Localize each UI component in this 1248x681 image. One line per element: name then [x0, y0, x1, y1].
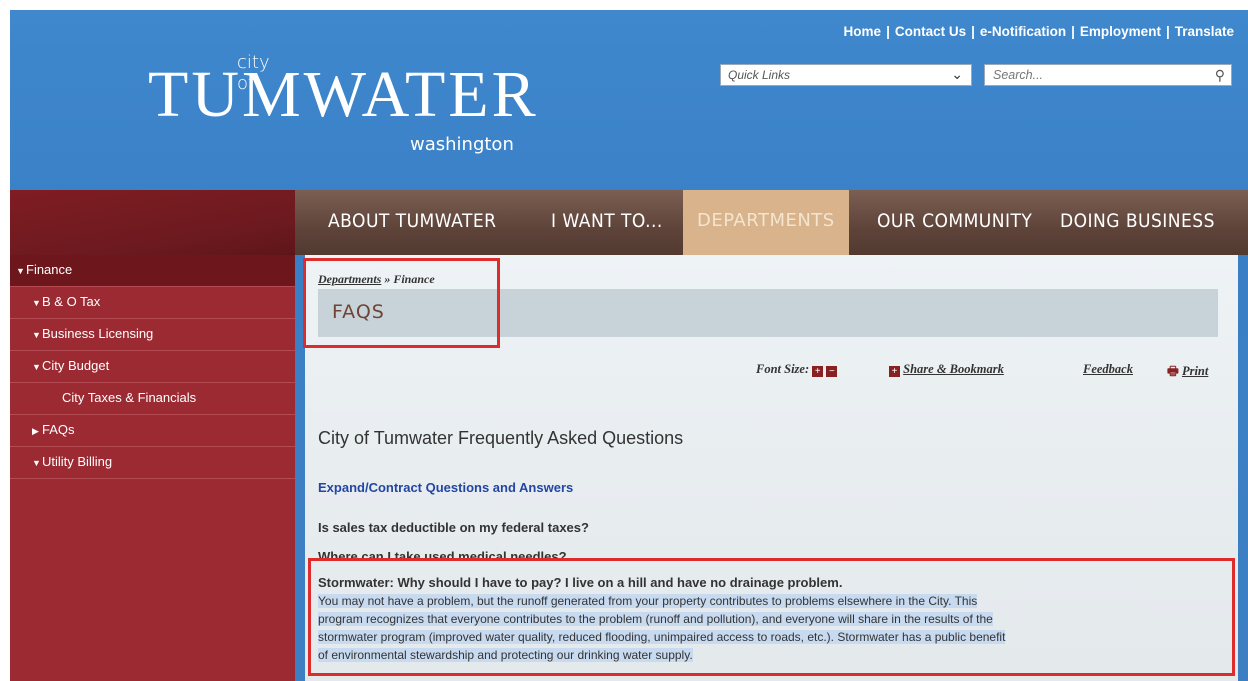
- separator: |: [971, 24, 975, 39]
- translate-link[interactable]: Translate: [1175, 24, 1234, 39]
- logo-state: washington: [410, 134, 514, 155]
- sidebar-item-label: City Budget: [42, 358, 110, 373]
- employment-link[interactable]: Employment: [1080, 24, 1161, 39]
- caret-down-icon: ▼: [32, 458, 41, 468]
- nav-doing-business[interactable]: DOING BUSINESS: [1060, 190, 1215, 255]
- page-frame: city of TUMWATER washington Home | Contact…: [10, 10, 1248, 681]
- quick-links-value: Quick Links: [728, 68, 791, 82]
- sidebar-item-label: Business Licensing: [42, 326, 154, 341]
- caret-down-icon: ▼: [32, 330, 41, 340]
- sidebar-item-utility-billing[interactable]: ▼Utility Billing: [10, 447, 295, 479]
- plus-icon: +: [889, 366, 900, 377]
- print-label: Print: [1181, 364, 1209, 378]
- search-input[interactable]: Search... ⚲: [984, 64, 1232, 86]
- sidebar-item-label: City Taxes & Financials: [62, 390, 197, 405]
- share-label: Share & Bookmark: [903, 362, 1004, 376]
- caret-down-icon: ▼: [16, 266, 25, 276]
- nav-left-panel: [10, 190, 295, 255]
- top-links: Home | Contact Us | e-Notification | Employmen…: [844, 24, 1234, 39]
- sidebar-item-finance[interactable]: ▼Finance: [10, 255, 295, 287]
- sidebar-item-business-licensing[interactable]: ▼Business Licensing: [10, 319, 295, 351]
- sidebar-item-city-taxes[interactable]: City Taxes & Financials: [10, 383, 295, 415]
- e-notification-link[interactable]: e-Notification: [980, 24, 1066, 39]
- contact-us-link[interactable]: Contact Us: [895, 24, 966, 39]
- home-link[interactable]: Home: [844, 24, 882, 39]
- font-decrease-icon[interactable]: −: [826, 366, 838, 377]
- nav-i-want-to[interactable]: I WANT TO...: [551, 190, 663, 255]
- sidebar: ▼Finance ▼B & O Tax ▼Business Licensing …: [10, 255, 295, 681]
- sidebar-item-label: FAQs: [42, 422, 75, 437]
- sidebar-item-label: B & O Tax: [42, 294, 101, 309]
- sidebar-item-label: Utility Billing: [42, 454, 113, 469]
- separator: |: [1071, 24, 1075, 39]
- caret-right-icon: ▶: [32, 426, 39, 436]
- search-placeholder: Search...: [993, 68, 1044, 82]
- faq-question[interactable]: Is sales tax deductible on my federal ta…: [318, 520, 589, 535]
- faq-heading: City of Tumwater Frequently Asked Questi…: [318, 428, 684, 448]
- share-bookmark-link[interactable]: + Share & Bookmark: [889, 362, 1004, 377]
- printer-icon: 🖶: [1167, 364, 1179, 378]
- feedback-link[interactable]: Feedback: [1083, 362, 1133, 377]
- font-increase-icon[interactable]: +: [812, 366, 824, 377]
- sidebar-item-city-budget[interactable]: ▼City Budget: [10, 351, 295, 383]
- feedback-label: Feedback: [1083, 362, 1133, 376]
- sidebar-item-faqs[interactable]: ▶ FAQs: [10, 415, 295, 447]
- caret-down-icon: ▼: [32, 298, 41, 308]
- nav-our-community[interactable]: OUR COMMUNITY: [877, 190, 1032, 255]
- logo-name: TUMWATER: [148, 58, 539, 131]
- expand-contract-link[interactable]: Expand/Contract Questions and Answers: [318, 480, 573, 495]
- separator: |: [886, 24, 890, 39]
- font-size-label: Font Size:: [756, 362, 810, 376]
- highlight-box: [308, 558, 1235, 676]
- separator: |: [1165, 24, 1170, 39]
- search-icon[interactable]: ⚲: [1215, 67, 1225, 84]
- quick-links-select[interactable]: Quick Links ⌄: [720, 64, 972, 86]
- nav-departments[interactable]: DEPARTMENTS: [683, 190, 849, 255]
- highlight-box: [303, 258, 500, 348]
- caret-down-icon: ▼: [32, 362, 41, 372]
- print-link[interactable]: 🖶 Print: [1167, 362, 1208, 383]
- nav-about-tumwater[interactable]: ABOUT TUMWATER: [328, 190, 496, 255]
- font-size-control: Font Size: + −: [756, 362, 838, 377]
- sidebar-item-label: Finance: [26, 262, 73, 277]
- chevron-down-icon: ⌄: [951, 66, 963, 82]
- sidebar-item-b-o-tax[interactable]: ▼B & O Tax: [10, 287, 295, 319]
